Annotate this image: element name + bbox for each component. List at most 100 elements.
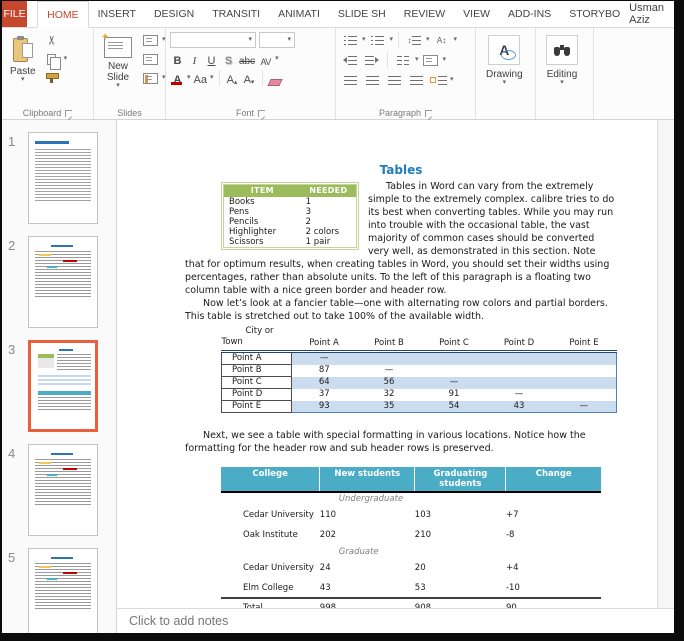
bold-button[interactable]: B	[170, 51, 185, 67]
slide-thumbnail-2[interactable]: 2	[8, 236, 116, 328]
section-button[interactable]	[140, 70, 160, 86]
layout-button[interactable]	[140, 32, 160, 48]
paragraph-3: Next, we see a table with special format…	[185, 429, 617, 455]
clear-formatting-button[interactable]	[268, 70, 283, 86]
new-slide-button[interactable]: ✦ New Slide ▾	[98, 32, 138, 92]
font-group: ▾ ▾ B I U S abc AV ▾ A ▾ Aa ▾	[166, 28, 336, 119]
reset-icon	[143, 54, 158, 65]
line-spacing-button[interactable]: ↕	[404, 32, 424, 48]
justify-icon	[410, 76, 423, 85]
format-painter-button[interactable]	[42, 70, 62, 86]
bullets-button[interactable]	[340, 32, 360, 48]
strikethrough-button[interactable]: abc	[238, 51, 256, 67]
tab-home[interactable]: HOME	[37, 1, 89, 28]
convert-smartart-button[interactable]	[428, 72, 448, 88]
table-row: Highlighter2 colors	[224, 227, 357, 237]
underline-button[interactable]: U	[204, 51, 219, 67]
account-name[interactable]: Usman Aziz	[629, 1, 674, 27]
align-left-button[interactable]	[340, 72, 360, 88]
vertical-scrollbar[interactable]	[657, 120, 674, 608]
caret-down-icon[interactable]: ▾	[390, 37, 394, 43]
ribbon: Paste ▾ ✂ ▾ Clipboard ✦ New Slide ▾	[2, 28, 674, 120]
paragraph-dialog-launcher[interactable]	[425, 110, 432, 117]
slide-4-preview	[33, 449, 93, 531]
increase-indent-button[interactable]	[362, 52, 382, 68]
caret-down-icon[interactable]: ▾	[162, 37, 166, 43]
caret-down-icon[interactable]: ▾	[426, 37, 430, 43]
drawing-button[interactable]: A Drawing ▾	[480, 32, 529, 89]
powerpoint-window: FILE HOME INSERT DESIGN TRANSITI ANIMATI…	[2, 1, 674, 633]
table-row: Scissors1 pair	[224, 237, 357, 248]
tab-file[interactable]: FILE	[2, 1, 27, 27]
table-row: Point B87—	[222, 365, 617, 377]
tab-insert[interactable]: INSERT	[89, 1, 145, 27]
justify-button[interactable]	[406, 72, 426, 88]
decrease-font-size-button[interactable]: A▾	[242, 70, 257, 86]
cut-button[interactable]: ✂	[42, 32, 62, 48]
caret-down-icon[interactable]: ▾	[454, 37, 458, 43]
font-name-combobox[interactable]: ▾	[170, 32, 256, 48]
slide-thumbnail-4[interactable]: 4	[8, 444, 116, 536]
format-painter-icon	[46, 73, 58, 83]
character-spacing-button[interactable]: AV	[258, 51, 273, 67]
reset-button[interactable]	[140, 51, 160, 67]
section-icon	[143, 73, 158, 84]
copy-button[interactable]	[42, 51, 62, 67]
points-table: City or Town Point A Point B Point C Poi…	[221, 326, 617, 413]
table-row: Elm College4353-10	[221, 578, 601, 598]
tab-addins[interactable]: ADD-INS	[499, 1, 560, 27]
align-right-button[interactable]	[384, 72, 404, 88]
align-text-button[interactable]	[421, 52, 441, 68]
decrease-indent-button[interactable]	[340, 52, 360, 68]
slide-thumbnail-3[interactable]: 3	[8, 340, 116, 432]
tab-animations[interactable]: ANIMATI	[269, 1, 329, 27]
notes-panel[interactable]: Click to add notes	[117, 608, 674, 633]
clipboard-dialog-launcher[interactable]	[65, 110, 72, 117]
change-case-button[interactable]: Aa	[193, 70, 208, 86]
caret-down-icon[interactable]: ▾	[210, 75, 214, 81]
caret-down-icon[interactable]: ▾	[362, 37, 366, 43]
table-row: Cedar University110103+7	[221, 505, 601, 525]
paragraph-group: ▾ ▾ ↕ ▾ A↕ ▾ ▾ ▾	[336, 28, 476, 119]
tab-transitions[interactable]: TRANSITI	[203, 1, 269, 27]
slide-5-preview	[33, 553, 93, 633]
slide-thumbnail-5[interactable]: 5	[8, 548, 116, 633]
font-size-combobox[interactable]: ▾	[259, 32, 295, 48]
table-row: Point E93355443—	[222, 401, 617, 413]
caret-down-icon[interactable]: ▾	[275, 56, 279, 62]
tab-storyboarding[interactable]: STORYBO	[560, 1, 629, 27]
columns-button[interactable]	[393, 52, 413, 68]
italic-button[interactable]: I	[187, 51, 202, 67]
drawing-group: A Drawing ▾	[476, 28, 536, 119]
caret-down-icon[interactable]: ▾	[162, 75, 166, 81]
slide-thumbnail-1[interactable]: 1	[8, 132, 116, 224]
tab-design[interactable]: DESIGN	[145, 1, 203, 27]
tab-view[interactable]: VIEW	[454, 1, 499, 27]
paste-button[interactable]: Paste ▾	[6, 32, 40, 86]
caret-down-icon: ▾	[503, 80, 507, 86]
tab-slideshow[interactable]: SLIDE SH	[329, 1, 395, 27]
paste-icon	[13, 37, 33, 63]
slide-editing-area[interactable]: Tables ITEM NEEDED Books1 Pens3	[117, 120, 657, 608]
caret-down-icon[interactable]: ▾	[64, 56, 68, 62]
caret-down-icon[interactable]: ▾	[415, 57, 419, 63]
numbering-button[interactable]	[368, 32, 388, 48]
align-center-button[interactable]	[362, 72, 382, 88]
text-shadow-button[interactable]: S	[221, 51, 236, 67]
caret-down-icon: ▾	[116, 83, 120, 89]
font-color-button[interactable]: A	[170, 70, 185, 86]
table-row: Oak Institute202210-8	[221, 525, 601, 545]
caret-down-icon[interactable]: ▾	[443, 57, 447, 63]
editing-button[interactable]: Editing ▾	[540, 32, 584, 89]
increase-indent-icon	[365, 56, 374, 65]
increase-font-size-button[interactable]: A▴	[225, 70, 240, 86]
editing-group: Editing ▾	[536, 28, 594, 119]
align-right-icon	[388, 76, 401, 85]
text-direction-button[interactable]: A↕	[432, 32, 452, 48]
slides-group: ✦ New Slide ▾ ▾ ▾ Slides	[94, 28, 166, 119]
section-row: Graduate	[221, 545, 601, 558]
tab-review[interactable]: REVIEW	[395, 1, 454, 27]
caret-down-icon[interactable]: ▾	[187, 75, 191, 81]
caret-down-icon[interactable]: ▾	[450, 77, 454, 83]
font-dialog-launcher[interactable]	[258, 110, 265, 117]
